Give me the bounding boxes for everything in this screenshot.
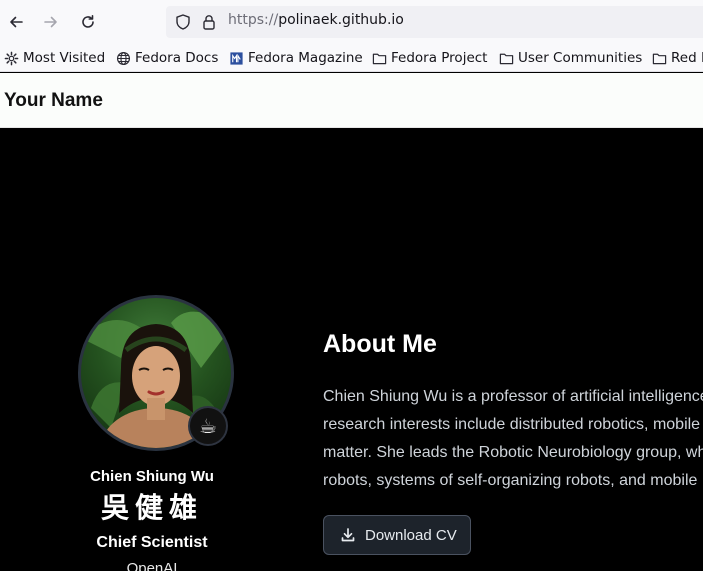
bookmark-user-communities[interactable]: User Communities bbox=[499, 48, 642, 68]
bookmarks-bar: Most Visited Fedora Docs Fedora Magazine… bbox=[0, 44, 703, 72]
back-button[interactable] bbox=[4, 10, 28, 34]
forward-button[interactable] bbox=[39, 10, 63, 34]
about-text-line: Chien Shiung Wu is a professor of artifi… bbox=[323, 388, 703, 405]
folder-icon bbox=[372, 53, 387, 64]
url-scheme: https:// bbox=[228, 12, 279, 28]
lock-icon[interactable] bbox=[200, 13, 218, 31]
bookmark-label: Fedora Docs bbox=[135, 50, 219, 66]
about-text-line: robots, systems of self-organizing robot… bbox=[323, 472, 698, 489]
bookmark-label: Red Hat bbox=[671, 50, 703, 66]
reload-icon bbox=[82, 15, 94, 28]
url-bar[interactable]: https://polinaek.github.io bbox=[166, 6, 703, 38]
shield-icon[interactable] bbox=[174, 13, 192, 31]
bookmark-label: User Communities bbox=[518, 50, 643, 66]
forward-arrow-icon bbox=[44, 16, 57, 28]
url-host: polinaek.github.io bbox=[278, 12, 404, 28]
gear-icon bbox=[4, 51, 19, 65]
coffee-icon: ☕ bbox=[199, 414, 217, 438]
about-text-line: matter. She leads the Robotic Neurobiolo… bbox=[323, 444, 703, 461]
site-navbar: Your Name bbox=[0, 73, 703, 128]
profile-name-english: Chien Shiung Wu bbox=[90, 468, 214, 485]
reload-button[interactable] bbox=[76, 10, 100, 34]
bookmark-label: Most Visited bbox=[23, 50, 106, 66]
globe-icon bbox=[116, 51, 131, 65]
about-text-line: research interests include distributed r… bbox=[323, 416, 701, 433]
folder-icon bbox=[652, 53, 667, 64]
fedora-magazine-icon bbox=[230, 51, 243, 65]
download-cv-button[interactable]: Download CV bbox=[323, 515, 471, 555]
profile-name-chinese: 吳健雄 bbox=[100, 491, 203, 524]
bookmark-fedora-magazine[interactable]: Fedora Magazine bbox=[229, 48, 363, 68]
bookmark-fedora-docs[interactable]: Fedora Docs bbox=[116, 48, 218, 68]
folder-icon bbox=[499, 53, 514, 64]
download-cv-label: Download CV bbox=[365, 526, 457, 544]
browser-toolbar: https://polinaek.github.io bbox=[0, 0, 703, 44]
bookmark-label: Fedora Magazine bbox=[248, 50, 363, 66]
bookmark-red-hat[interactable]: Red Hat bbox=[652, 48, 703, 68]
profile-avatar-wrap: ☕ bbox=[78, 295, 234, 451]
profile-role: Chief Scientist bbox=[96, 534, 208, 551]
profile-organization[interactable]: OpenAI bbox=[0, 560, 304, 571]
url-text[interactable]: https://polinaek.github.io bbox=[228, 12, 404, 28]
main-content: ☕ Chien Shiung Wu 吳健雄 Chief Scientist Op… bbox=[0, 128, 703, 571]
about-heading: About Me bbox=[323, 330, 437, 358]
bookmark-most-visited[interactable]: Most Visited bbox=[4, 48, 105, 68]
coffee-badge: ☕ bbox=[188, 406, 228, 446]
site-title-link[interactable]: Your Name bbox=[4, 90, 103, 112]
bookmark-label: Fedora Project bbox=[391, 50, 488, 66]
bookmark-fedora-project[interactable]: Fedora Project bbox=[372, 48, 487, 68]
back-arrow-icon bbox=[10, 16, 23, 28]
download-icon bbox=[341, 528, 355, 542]
